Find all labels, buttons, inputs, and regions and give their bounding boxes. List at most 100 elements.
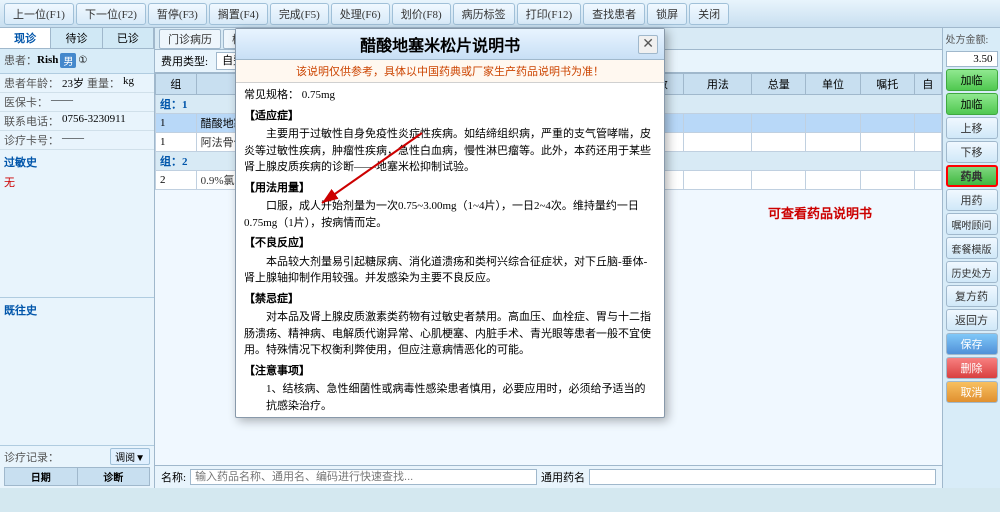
diag-col-diagnosis: 诊断 [77,468,150,486]
section-indication-title: 【适应症】 [244,108,656,125]
btn-usage[interactable]: 用药 [946,189,998,211]
tab-clinic-record[interactable]: 门诊病历 [159,29,221,49]
btn-delete[interactable]: 删除 [946,357,998,379]
toolbar-btn-hold[interactable]: 搁置(F4) [209,3,268,25]
tab-current[interactable]: 现诊 [0,28,51,48]
toolbar-btn-print[interactable]: 打印(F12) [517,3,581,25]
patient-name: Rish [37,54,58,66]
left-panel: 现诊 待诊 已诊 患者： Rish 男 ① 患者年龄： 23岁 重量： kg 医… [0,28,155,488]
drug-3-group: 2 [156,171,197,190]
fee-type-label: 费用类型: [161,53,208,69]
diagnosis-section: 诊疗记录： 调阅▼ 日期 诊断 [0,445,154,488]
drug-3-self [914,171,941,190]
btn-add-1[interactable]: 加临 [946,69,998,91]
patient-phone: 0756-3230911 [62,113,126,129]
patient-number: ① [78,55,87,66]
drug-3-usage [684,171,752,190]
section-dosage-title: 【用法用量】 [244,180,656,197]
patient-info: 患者： Rish 男 ① [0,49,154,74]
section-contraindication-title: 【禁忌症】 [244,291,656,308]
price-label: 处方金额: [946,31,989,46]
tab-done[interactable]: 已诊 [103,28,154,48]
patient-diag-card: —— [62,132,84,148]
btn-down[interactable]: 下移 [946,141,998,163]
btn-dictionary[interactable]: 药典 [946,165,998,187]
diag-col-date: 日期 [5,468,78,486]
drug-input-label: 名称: [161,469,186,485]
section-notes-title: 【注意事项】 [244,363,656,380]
btn-save[interactable]: 保存 [946,333,998,355]
patient-card: —— [51,94,73,110]
patient-phone-row: 联系电话： 0756-3230911 [0,112,154,131]
common-name-input[interactable] [589,469,936,485]
section-dosage-content: 口服，成人开始剂量为一次0.75~3.00mg（1~4片），一日2~4次。维持量… [244,198,656,231]
spec-value: 0.75mg [302,89,335,101]
drug-info-popup: 醋酸地塞米松片说明书 ✕ 该说明仅供参考，具体以中国药典或厂家生产药品说明书为准… [235,28,665,418]
drug-info-close-button[interactable]: ✕ [638,35,658,54]
drug-1-self [914,114,941,133]
drug-2-group: 1 [156,133,197,152]
diagnosis-recall-button[interactable]: 调阅▼ [110,448,150,465]
toolbar-btn-prev[interactable]: 上一位(F1) [4,3,74,25]
allergy-history-content: 无 [4,172,150,192]
diagnosis-header: 诊疗记录： 调阅▼ [4,448,150,465]
drug-2-note [860,133,914,152]
spec-label: 常见规格： [244,89,299,101]
toolbar-btn-find[interactable]: 查找患者 [583,3,645,25]
toolbar-btn-disease[interactable]: 病历标签 [453,3,515,25]
toolbar-btn-done[interactable]: 完成(F5) [270,3,329,25]
drug-2-total [752,133,806,152]
col-note: 嘱托 [860,74,914,95]
drug-2-unit [806,133,860,152]
toolbar-btn-price[interactable]: 划价(F8) [392,3,451,25]
annotation-text: 可查看药品说明书 [768,203,872,222]
toolbar-btn-pause[interactable]: 暂停(F3) [148,3,207,25]
price-row: 处方金额: [946,31,998,46]
section-indication-content: 主要用于过敏性自身免疫性炎症性疾病。如结缔组织病，严重的支气管哮喘，皮炎等过敏性… [244,126,656,176]
left-tab-bar: 现诊 待诊 已诊 [0,28,154,49]
top-toolbar: 上一位(F1) 下一位(F2) 暂停(F3) 搁置(F4) 完成(F5) 处理(… [0,0,1000,28]
past-history-title: 既往史 [4,300,150,320]
drug-info-content: 常见规格： 0.75mg 【适应症】 主要用于过敏性自身免疫性炎症性疾病。如结缔… [236,83,664,417]
drug-spec-line: 常见规格： 0.75mg [244,87,656,104]
btn-add-2[interactable]: 加临 [946,93,998,115]
btn-cancel[interactable]: 取消 [946,381,998,403]
drug-2-self [914,133,941,152]
diagnosis-table: 日期 诊断 [4,467,150,486]
patient-diag-card-row: 诊疗卡号： —— [0,131,154,150]
toolbar-btn-close[interactable]: 关闭 [689,3,729,25]
drug-info-title-bar: 醋酸地塞米松片说明书 ✕ [236,29,664,60]
tab-pending[interactable]: 待诊 [51,28,102,48]
drug-name-input[interactable] [190,469,537,485]
btn-reset[interactable]: 返回方 [946,309,998,331]
toolbar-btn-screen[interactable]: 锁屏 [647,3,687,25]
btn-formula[interactable]: 复方药 [946,285,998,307]
col-total: 总量 [752,74,806,95]
drug-info-title: 醋酸地塞米松片说明书 [242,32,638,56]
allergy-history-title: 过敏史 [4,152,150,172]
drug-2-usage [684,133,752,152]
col-group: 组 [156,74,197,95]
toolbar-btn-treat[interactable]: 处理(F6) [331,3,390,25]
drug-1-group: 1 [156,114,197,133]
past-history: 既往史 [0,297,154,445]
col-unit: 单位 [806,74,860,95]
patient-name-label: 患者： [4,52,37,68]
drug-1-unit [806,114,860,133]
btn-up[interactable]: 上移 [946,117,998,139]
diagnosis-title: 诊疗记录： [4,449,59,465]
col-self: 自 [914,74,941,95]
drug-3-total [752,171,806,190]
center-panel: 门诊病历 检验检查 西/成药处方 中药处方 处置单 其他 图片资料 费用类型: … [155,28,942,488]
patient-card-row: 医保卡： —— [0,93,154,112]
section-adverse-title: 【不良反应】 [244,235,656,252]
btn-advice[interactable]: 嘱咐顾问 [946,213,998,235]
patient-age-row: 患者年龄： 23岁 重量： kg [0,74,154,93]
btn-history[interactable]: 历史处方 [946,261,998,283]
patient-age: 23岁 [62,75,84,91]
right-toolbar: 处方金额: 3.50 加临 加临 上移 下移 药典 用药 嘱咐顾问 套餐模版 历… [942,28,1000,488]
drug-1-note [860,114,914,133]
toolbar-btn-next[interactable]: 下一位(F2) [76,3,146,25]
btn-template[interactable]: 套餐模版 [946,237,998,259]
drug-3-note [860,171,914,190]
